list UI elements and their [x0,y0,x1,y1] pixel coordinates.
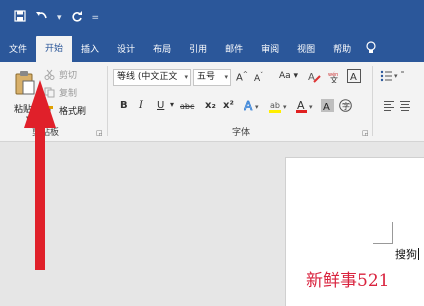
copy-label: 复制 [59,89,78,99]
font-launcher-icon[interactable]: ◲ [362,129,369,137]
strikethrough-button[interactable]: abc [180,102,194,111]
clipboard-launcher-icon[interactable]: ◲ [96,129,103,137]
tab-design[interactable]: 设计 [108,38,144,62]
document-text[interactable]: 搜狗 [395,246,419,262]
watermark: 新鲜事521 [306,271,390,291]
document-text-content: 搜狗 [395,248,417,261]
tab-layout[interactable]: 布局 [144,38,180,62]
svg-text:A: A [350,72,357,83]
svg-text:A: A [244,99,253,112]
cut-label: 剪切 [59,71,78,81]
svg-text:字: 字 [342,101,350,111]
chevron-down-icon: ▾ [224,73,228,81]
grow-font-button[interactable]: A^ [236,71,248,83]
superscript-button[interactable]: x² [223,100,234,111]
bullets-icon[interactable]: ▾ [380,70,404,85]
underline-dropdown-icon[interactable]: ▾ [170,100,174,109]
bold-button[interactable]: B [120,100,128,111]
group-divider [107,66,108,136]
align-left-icon[interactable] [384,100,424,114]
font-size-value: 五号 [197,72,216,82]
tab-insert[interactable]: 插入 [72,38,108,62]
phonetic-guide-icon[interactable]: wén 文 [328,70,341,86]
lightbulb-icon[interactable] [360,38,382,62]
tab-help[interactable]: 帮助 [324,38,360,62]
tab-review[interactable]: 审阅 [252,38,288,62]
svg-text:▾: ▾ [283,103,287,111]
subscript-button[interactable]: x₂ [205,100,216,111]
svg-text:▾: ▾ [255,103,259,111]
font-name-value: 等线 (中文正文 [117,72,178,82]
underline-button[interactable]: U [157,100,164,111]
group-divider [372,66,373,136]
font-group-label: 字体 [232,128,251,138]
svg-text:文: 文 [330,75,338,83]
format-painter-label: 格式刷 [59,107,87,117]
scissors-icon [44,69,55,80]
ribbon-tabs: 文件 开始 插入 设计 布局 引用 邮件 审阅 视图 帮助 [0,36,424,62]
character-border-icon[interactable]: A [347,69,361,86]
text-caret [418,248,419,260]
tab-references[interactable]: 引用 [180,38,216,62]
change-case-label: Aa [279,71,291,81]
undo-icon[interactable] [35,10,48,25]
customize-qat-icon[interactable]: = [92,13,100,23]
tab-mailings[interactable]: 邮件 [216,38,252,62]
svg-text:▾: ▾ [394,72,398,80]
shrink-font-button[interactable]: Aˇ [254,72,263,84]
tab-home[interactable]: 开始 [36,36,73,62]
svg-text:A: A [323,102,330,112]
redo-icon[interactable] [71,10,83,25]
grow-font-label: A [236,72,243,84]
tab-file[interactable]: 文件 [0,38,36,62]
chevron-down-icon: ▾ [184,73,188,81]
font-color-icon[interactable]: A ▾ [296,99,316,116]
italic-button[interactable]: I [139,100,143,111]
tab-view[interactable]: 视图 [288,38,324,62]
change-case-button[interactable]: Aa ▾ [279,71,298,81]
svg-text:ab: ab [270,101,280,110]
margin-corner-mark [373,222,393,244]
red-annotation-arrow [24,80,56,270]
ribbon-home: 粘贴 ▾ 剪切 复制 格式刷 剪贴板 ◲ 等线 (中文正文 ▾ 五号 ▾ A^ … [0,62,424,142]
font-size-combo[interactable]: 五号 ▾ [193,69,231,86]
title-bar: ▾ = [0,0,424,36]
enclose-characters-icon[interactable]: 字 [339,99,352,115]
save-icon[interactable] [14,10,26,25]
font-name-combo[interactable]: 等线 (中文正文 ▾ [113,69,191,86]
highlight-color-icon[interactable]: ab ▾ [269,99,291,116]
svg-text:▾: ▾ [309,103,313,111]
character-shading-icon[interactable]: A [321,99,334,115]
quick-access-toolbar: ▾ = [14,10,99,25]
text-effects-icon[interactable]: A ▾ [244,99,262,115]
clear-formatting-icon[interactable]: A [308,70,321,86]
undo-dropdown-icon[interactable]: ▾ [57,13,62,23]
